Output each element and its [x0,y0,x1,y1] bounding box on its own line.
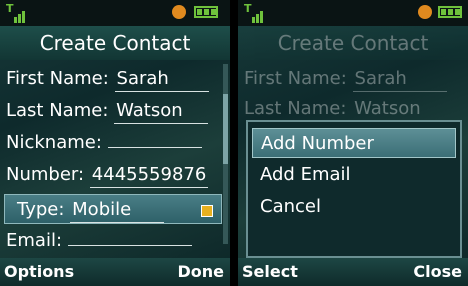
options-menu: Add Number Add Email Cancel [246,120,462,258]
nickname-field[interactable]: Nickname: [6,128,220,158]
create-contact-screen: T Create Contact First Name: Sarah Last … [0,0,230,286]
divider [230,0,238,286]
field-value: Watson [352,97,447,122]
status-bar: T [0,0,230,26]
field-value[interactable] [67,245,192,246]
field-label: Last Name: [6,100,109,121]
softkey-bar: Options Done [0,258,230,286]
softkey-bar: Select Close [238,258,468,286]
first-name-field[interactable]: First Name: Sarah [6,64,220,94]
status-bar: T [238,0,468,26]
scrollbar[interactable] [223,64,228,244]
field-label: First Name: [6,68,109,89]
field-value[interactable]: Watson [114,99,209,124]
field-label: Number: [6,164,85,185]
field-value[interactable]: Mobile [70,198,165,223]
page-title: Create Contact [0,26,230,60]
menu-item-add-email[interactable]: Add Email [252,160,456,190]
field-label: Type: [17,199,65,220]
first-name-field: First Name: Sarah [244,64,458,94]
battery-icon [438,6,462,18]
field-value[interactable]: Sarah [114,67,209,92]
last-name-field[interactable]: Last Name: Watson [6,96,220,126]
bluetooth-icon [172,5,186,19]
signal-icon: T [6,3,28,23]
field-label: Nickname: [6,132,102,153]
dropdown-icon[interactable] [201,205,213,217]
field-value[interactable] [107,147,202,148]
scroll-thumb[interactable] [223,94,228,164]
bluetooth-icon [418,5,432,19]
battery-icon [194,6,218,18]
select-softkey[interactable]: Select [242,258,298,286]
field-value: Sarah [352,67,447,92]
field-value[interactable]: 4445559876 [89,163,209,188]
email-field[interactable]: Email: [6,226,220,256]
close-softkey[interactable]: Close [413,258,462,286]
type-selector[interactable]: Type: Mobile [4,194,222,224]
field-label: First Name: [244,68,347,89]
number-field[interactable]: Number: 4445559876 [6,160,220,190]
signal-icon: T [244,3,266,23]
done-softkey[interactable]: Done [177,258,224,286]
create-contact-menu-screen: T Create Contact First Name: Sarah Last … [238,0,468,286]
field-label: Email: [6,230,63,251]
menu-item-cancel[interactable]: Cancel [252,192,456,222]
page-title: Create Contact [238,26,468,60]
options-softkey[interactable]: Options [4,258,74,286]
menu-item-add-number[interactable]: Add Number [252,128,456,158]
